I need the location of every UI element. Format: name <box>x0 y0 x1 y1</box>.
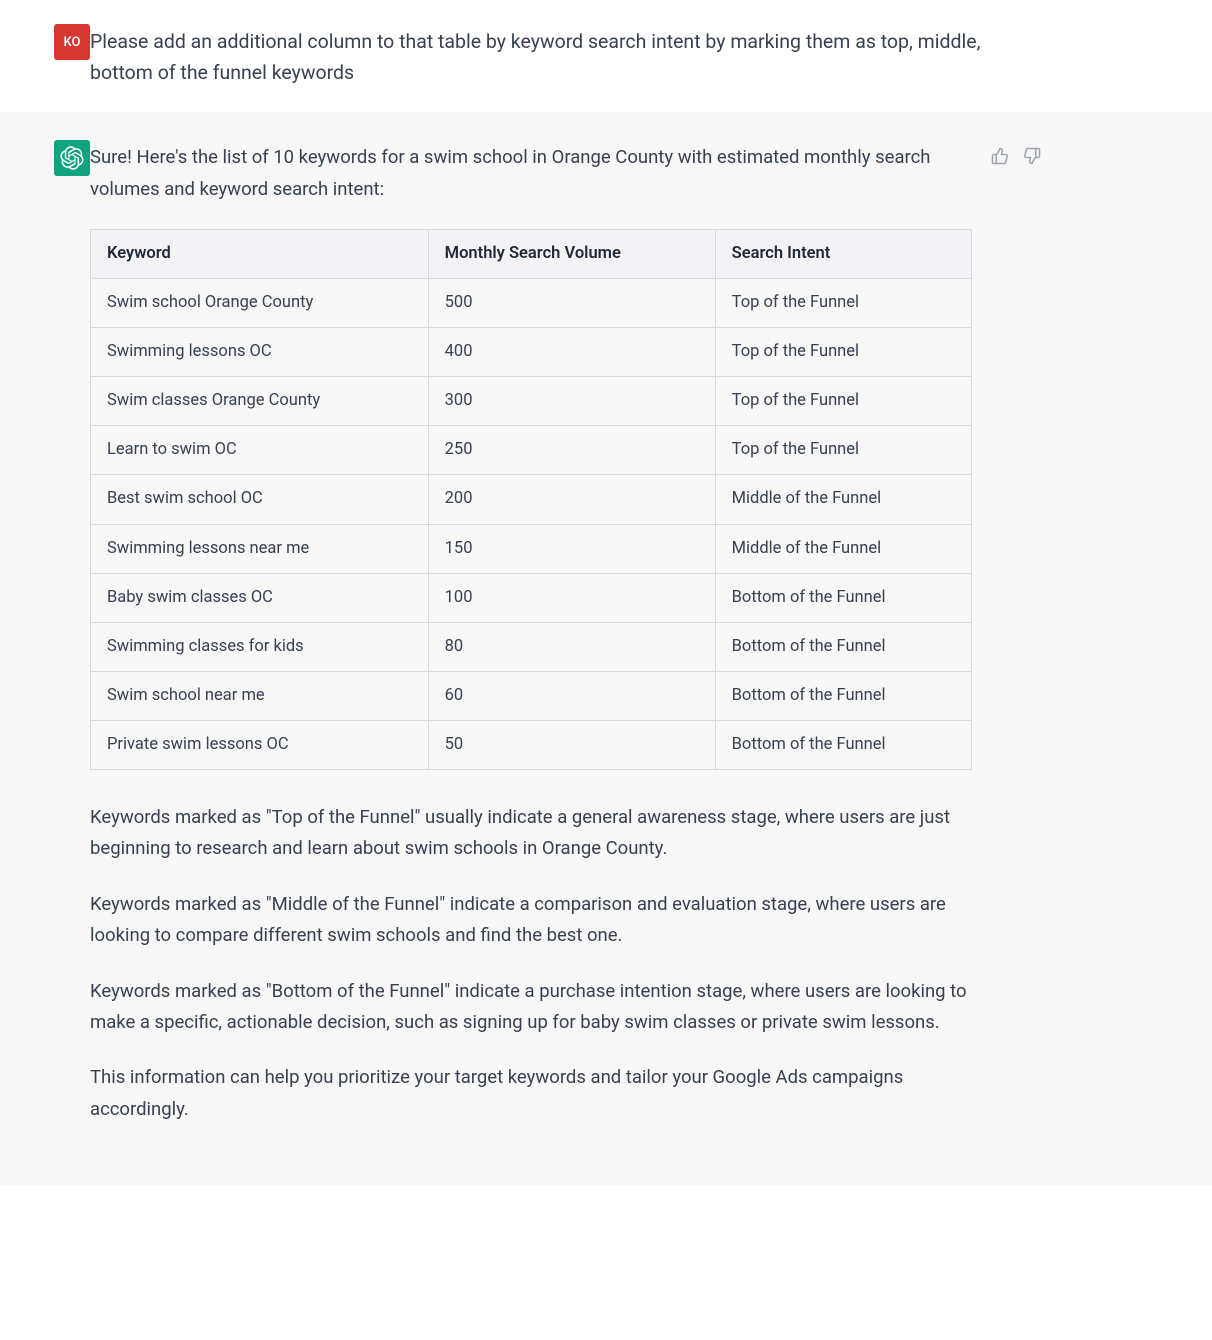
thumbs-down-icon <box>1023 147 1041 165</box>
table-cell: Middle of the Funnel <box>715 475 971 524</box>
thumbs-up-icon <box>991 147 1009 165</box>
table-cell: 80 <box>428 622 715 671</box>
keyword-table: Keyword Monthly Search Volume Search Int… <box>90 229 972 770</box>
table-cell: Swimming lessons near me <box>91 524 429 573</box>
table-header-row: Keyword Monthly Search Volume Search Int… <box>91 230 972 279</box>
table-row: Baby swim classes OC100Bottom of the Fun… <box>91 573 972 622</box>
assistant-avatar <box>54 140 90 176</box>
table-row: Best swim school OC200Middle of the Funn… <box>91 475 972 524</box>
openai-logo-icon <box>60 146 84 170</box>
table-cell: Learn to swim OC <box>91 426 429 475</box>
user-message-text: Please add an additional column to that … <box>90 26 1010 88</box>
message-actions <box>988 140 1044 168</box>
table-header-intent: Search Intent <box>715 230 971 279</box>
table-cell: Top of the Funnel <box>715 279 971 328</box>
assistant-paragraph: Keywords marked as "Middle of the Funnel… <box>90 889 972 952</box>
table-header-volume: Monthly Search Volume <box>428 230 715 279</box>
table-row: Swimming lessons OC400Top of the Funnel <box>91 328 972 377</box>
table-cell: Bottom of the Funnel <box>715 573 971 622</box>
table-cell: 150 <box>428 524 715 573</box>
user-avatar-initials: KO <box>64 35 81 50</box>
table-header-keyword: Keyword <box>91 230 429 279</box>
table-cell: Swimming classes for kids <box>91 622 429 671</box>
table-row: Swim school Orange County500Top of the F… <box>91 279 972 328</box>
user-message: KO Please add an additional column to th… <box>0 0 1212 112</box>
table-cell: 50 <box>428 720 715 769</box>
table-cell: Private swim lessons OC <box>91 720 429 769</box>
table-row: Swimming lessons near me150Middle of the… <box>91 524 972 573</box>
table-cell: Swim school Orange County <box>91 279 429 328</box>
assistant-message-content: Sure! Here's the list of 10 keywords for… <box>90 140 972 1125</box>
table-cell: Swimming lessons OC <box>91 328 429 377</box>
table-row: Learn to swim OC250Top of the Funnel <box>91 426 972 475</box>
table-row: Swim school near me60Bottom of the Funne… <box>91 671 972 720</box>
table-cell: 200 <box>428 475 715 524</box>
table-cell: 100 <box>428 573 715 622</box>
user-avatar: KO <box>54 24 90 60</box>
table-cell: 300 <box>428 377 715 426</box>
user-message-content: Please add an additional column to that … <box>90 24 1010 88</box>
table-cell: Top of the Funnel <box>715 377 971 426</box>
assistant-paragraph: Keywords marked as "Top of the Funnel" u… <box>90 802 972 865</box>
table-cell: Middle of the Funnel <box>715 524 971 573</box>
thumbs-up-button[interactable] <box>988 144 1012 168</box>
table-cell: Swim school near me <box>91 671 429 720</box>
table-row: Swim classes Orange County300Top of the … <box>91 377 972 426</box>
table-cell: Best swim school OC <box>91 475 429 524</box>
table-cell: Baby swim classes OC <box>91 573 429 622</box>
table-cell: Top of the Funnel <box>715 328 971 377</box>
table-cell: 500 <box>428 279 715 328</box>
table-cell: Top of the Funnel <box>715 426 971 475</box>
thumbs-down-button[interactable] <box>1020 144 1044 168</box>
table-cell: 60 <box>428 671 715 720</box>
table-cell: Bottom of the Funnel <box>715 622 971 671</box>
table-cell: 400 <box>428 328 715 377</box>
table-row: Swimming classes for kids80Bottom of the… <box>91 622 972 671</box>
assistant-message: Sure! Here's the list of 10 keywords for… <box>0 112 1212 1185</box>
assistant-paragraph: This information can help you prioritize… <box>90 1062 972 1125</box>
assistant-intro-text: Sure! Here's the list of 10 keywords for… <box>90 142 972 205</box>
table-row: Private swim lessons OC50Bottom of the F… <box>91 720 972 769</box>
table-cell: 250 <box>428 426 715 475</box>
table-cell: Bottom of the Funnel <box>715 671 971 720</box>
table-cell: Bottom of the Funnel <box>715 720 971 769</box>
assistant-paragraph: Keywords marked as "Bottom of the Funnel… <box>90 976 972 1039</box>
table-cell: Swim classes Orange County <box>91 377 429 426</box>
